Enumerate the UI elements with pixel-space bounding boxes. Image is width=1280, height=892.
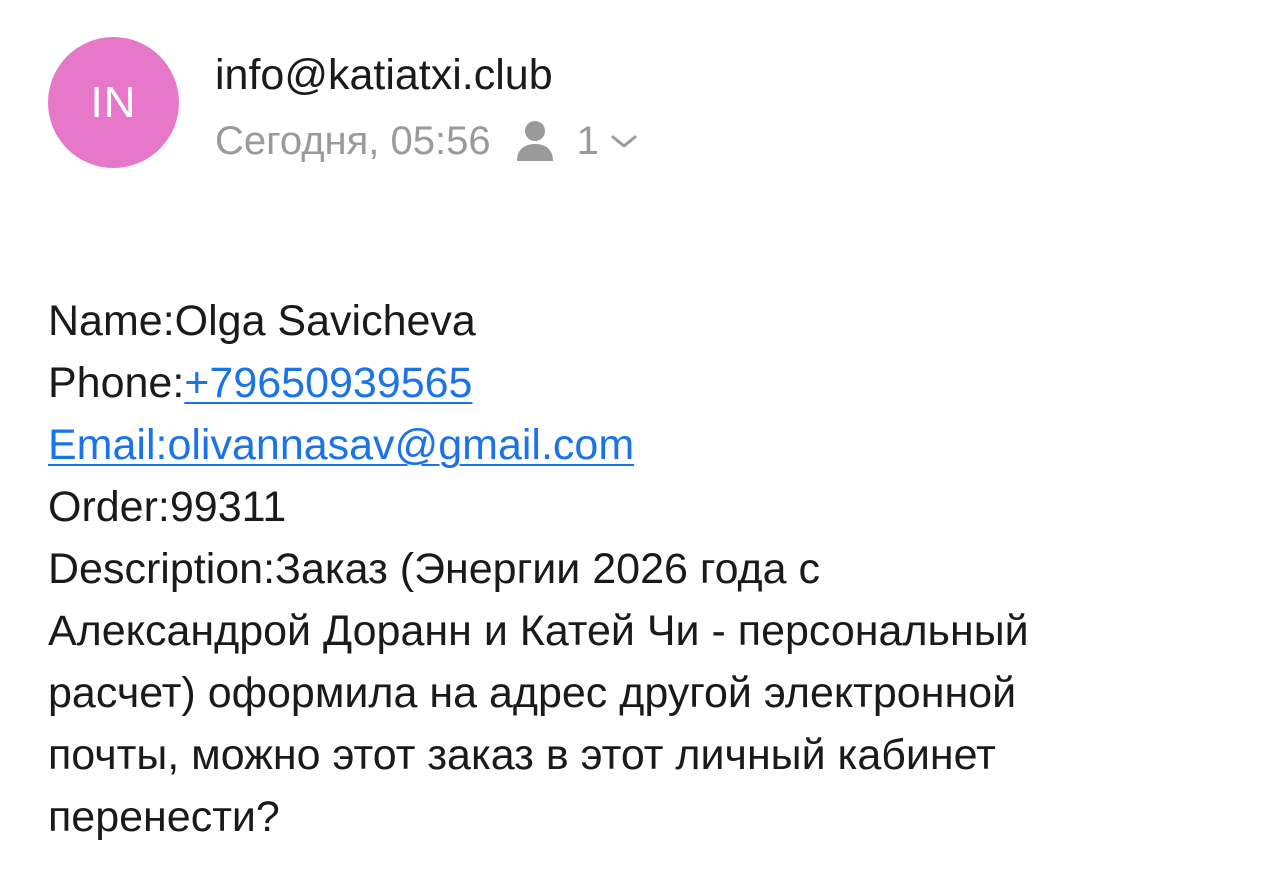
message-header: IN info@katiatxi.club Сегодня, 05:56 1 — [48, 37, 639, 168]
email-line: Email:olivannasav@gmail.com — [48, 414, 1248, 476]
message-date: Сегодня, 05:56 — [215, 119, 491, 163]
order-value: 99311 — [169, 483, 287, 531]
phone-line: Phone:+79650939565 — [48, 352, 1248, 414]
order-label: Order: — [48, 483, 170, 531]
name-line: Name:Olga Savicheva — [48, 290, 1248, 352]
description-label: Description: — [48, 545, 276, 593]
email-link[interactable]: Email:olivannasav@gmail.com — [48, 421, 634, 469]
description-text: Заказ (Энергии 2026 года с — [275, 545, 821, 593]
sender-avatar[interactable]: IN — [48, 37, 179, 168]
name-value: Olga Savicheva — [174, 297, 476, 345]
name-label: Name: — [48, 297, 175, 345]
order-line: Order:99311 — [48, 476, 1248, 538]
sender-block: info@katiatxi.club Сегодня, 05:56 1 — [215, 49, 639, 167]
phone-link[interactable]: +79650939565 — [184, 359, 472, 407]
description-line-4: почты, можно этот заказ в этот личный ка… — [48, 731, 996, 779]
message-body: Name:Olga Savicheva Phone:+79650939565 E… — [48, 290, 1248, 848]
recipient-count: 1 — [576, 119, 599, 163]
chevron-down-icon[interactable] — [609, 131, 639, 151]
phone-label: Phone: — [48, 359, 185, 407]
sender-email[interactable]: info@katiatxi.club — [215, 49, 639, 101]
message-meta[interactable]: Сегодня, 05:56 1 — [215, 115, 639, 167]
person-icon — [516, 121, 553, 161]
description-line-3: расчет) оформила на адрес другой электро… — [48, 669, 1017, 717]
description-line-1: Description:Заказ (Энергии 2026 года с — [48, 538, 1248, 600]
description-line-5: перенести? — [48, 793, 280, 841]
description-line-2: Александрой Доранн и Катей Чи - персонал… — [48, 607, 1029, 655]
